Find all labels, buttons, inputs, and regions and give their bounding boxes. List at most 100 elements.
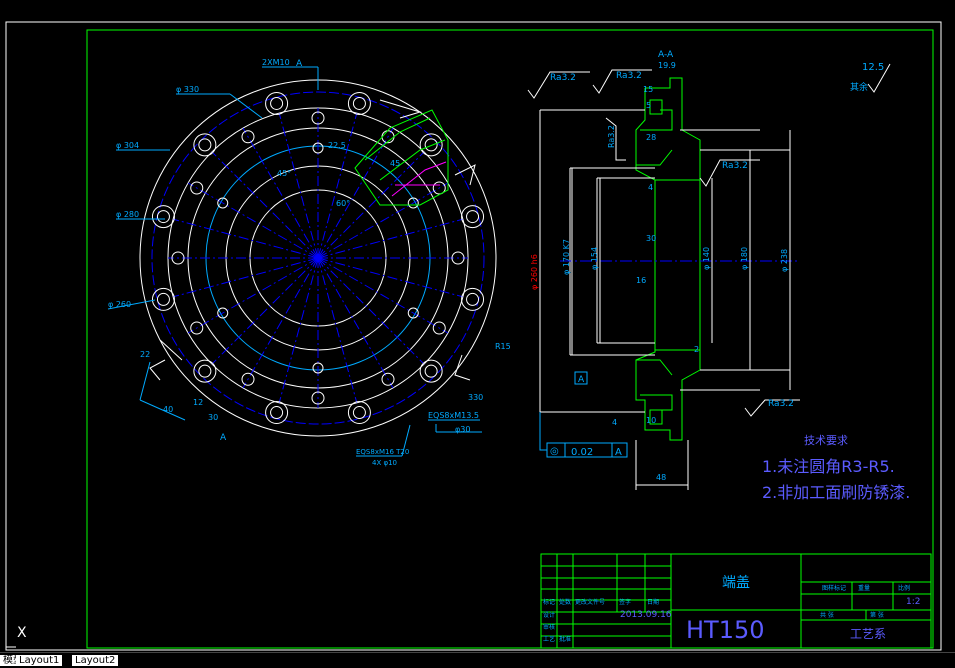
roughness-top: Ra3.2: [616, 71, 642, 81]
dim-4-top: 4: [648, 183, 653, 192]
bolt-hole-inner-2: [352, 406, 366, 420]
dim-280: φ 280: [116, 210, 139, 219]
dim-19-9: 19.9: [658, 61, 676, 70]
dim-30: 30: [646, 234, 656, 243]
title-block-right-label-1: 重量: [858, 584, 870, 592]
title-block-label-4: 日期: [647, 598, 659, 606]
section-dim-lines: [539, 110, 791, 490]
center-line-7: [278, 257, 319, 404]
title-block-label-0: 标记: [543, 598, 555, 606]
title-block-label-5: 设计: [543, 611, 555, 619]
bolt-hole-inner-6: [156, 210, 170, 224]
tab-layout2[interactable]: Layout2: [72, 655, 119, 666]
dim-260: φ 260: [108, 300, 131, 309]
title-block-material: HT150: [686, 616, 765, 644]
bolt-hole-inner-4: [198, 364, 212, 378]
dim-22: 22: [140, 350, 150, 359]
center-line-2: [317, 257, 449, 334]
center-line-13: [172, 218, 319, 259]
center-line-10: [187, 257, 319, 334]
bolt-hole-outer-3: [265, 401, 289, 425]
dim-4-bot: 4: [612, 418, 617, 427]
dim-28: 28: [646, 133, 656, 142]
title-block-department: 工艺系: [850, 627, 886, 641]
center-line-17: [278, 112, 319, 259]
bolt-hole-outer-2: [347, 401, 371, 425]
cad-drawing-canvas[interactable]: 2XM10 A φ 330 φ 304 φ 280 φ 260 22.5 45°…: [0, 0, 955, 652]
bolt-hole-inner-8: [270, 96, 284, 110]
center-line-23: [317, 218, 464, 259]
bolt-hole-inner-9: [352, 96, 366, 110]
tech-req-title: 技术要求: [804, 434, 848, 447]
ucs-axis-label: X: [17, 625, 27, 641]
front-view[interactable]: 2XM10 A φ 330 φ 304 φ 280 φ 260 22.5 45°…: [107, 58, 511, 467]
dim-330-right: 330: [468, 393, 483, 402]
tolerance-datum: A: [615, 447, 622, 458]
bolt-hole-inner-5: [156, 292, 170, 306]
dim-304: φ 304: [116, 141, 139, 150]
roughness-left: Ra3.2: [550, 73, 576, 83]
section-mark-bottom: A: [220, 433, 227, 443]
dim-10: 10: [646, 416, 656, 425]
dim-48: 48: [656, 473, 666, 482]
bolt-hole-outer-6: [151, 205, 175, 229]
dim-12: 12: [193, 398, 203, 407]
dim-2-a: 2: [694, 345, 699, 354]
bolt-hole-inner-11: [466, 210, 480, 224]
roughness-mid: Ra3.2: [722, 161, 748, 171]
center-line-11: [172, 257, 319, 298]
title-block-label-1: 处数: [559, 598, 571, 606]
tolerance-value: 0.02: [571, 447, 593, 458]
dim-180: φ 180: [740, 247, 749, 270]
center-line-16: [242, 127, 319, 259]
bolt-hole-inner-10: [424, 138, 438, 152]
title-block-right-label-3: 共 张: [820, 611, 834, 619]
bolt-hole-inner-1: [424, 364, 438, 378]
roughness-note-suffix: 其余: [850, 81, 868, 93]
title-block-label-3: 签字: [619, 598, 631, 606]
bolt-callout-2: 4X φ10: [372, 459, 397, 467]
dim-30: 30: [208, 413, 218, 422]
center-line-4: [317, 257, 394, 389]
title-block-right-label-2: 比例: [898, 584, 910, 592]
bolt-hole-outer-8: [265, 91, 289, 115]
dim-330: φ 330: [176, 85, 199, 94]
bolt-hole-outer-0: [461, 287, 485, 311]
tech-req-item-2: 2.非加工面刷防锈漆.: [762, 483, 910, 502]
angle-22-5: 22.5: [328, 141, 346, 150]
thread-callout: EQS8xM13.5: [428, 411, 479, 420]
tech-req-item-1: 1.未注圆角R3-R5.: [762, 457, 895, 476]
bolt-callout-1: EQS8xM16 T20: [356, 448, 409, 456]
angle-60: 60°: [336, 199, 350, 208]
sheet-border-inner: [86, 29, 934, 649]
dim-16: 16: [636, 276, 646, 285]
section-title: A-A: [658, 50, 674, 60]
title-block-right-label-0: 图样标记: [822, 584, 846, 592]
bolt-hole-inner-7: [198, 138, 212, 152]
center-line-5: [317, 257, 358, 404]
center-line-22: [317, 182, 449, 259]
dim-15: 15: [643, 85, 653, 94]
hole-callout: 2XM10: [262, 58, 290, 67]
datum-label: A: [578, 375, 585, 385]
section-view[interactable]: A-A 19.9 φ 260 h6 φ 170 K7 φ 154 φ 140 φ…: [527, 50, 891, 490]
bolt-hole-outer-11: [461, 205, 485, 229]
title-block-label-6: 审核: [543, 623, 555, 631]
title-block[interactable]: 端盖 HT150 2013.09.16 1:2 工艺系 标记 处数 更改文件号 签字 日…: [540, 553, 932, 649]
title-block-part-name: 端盖: [722, 575, 750, 591]
tab-layout1[interactable]: Layout1: [16, 655, 63, 666]
dim-238: φ 238: [780, 249, 789, 272]
bolt-hole-inner-3: [270, 406, 284, 420]
roughness-side: Ra3.2: [607, 125, 616, 148]
layout-tab-bar: 模型 Layout1 Layout2: [0, 652, 955, 668]
center-line-14: [187, 182, 319, 259]
title-block-label-8: 批准: [559, 635, 571, 643]
center-line-8: [242, 257, 319, 389]
roughness-bottom: Ra3.2: [768, 399, 794, 409]
dim-140: φ 140: [702, 247, 711, 270]
title-block-scale: 1:2: [906, 597, 920, 607]
dim-5: 5: [646, 101, 651, 110]
roughness-note-value: 12.5: [862, 62, 884, 73]
angle-45-r: 45: [390, 159, 400, 168]
title-block-right-label-4: 第 张: [870, 611, 884, 619]
